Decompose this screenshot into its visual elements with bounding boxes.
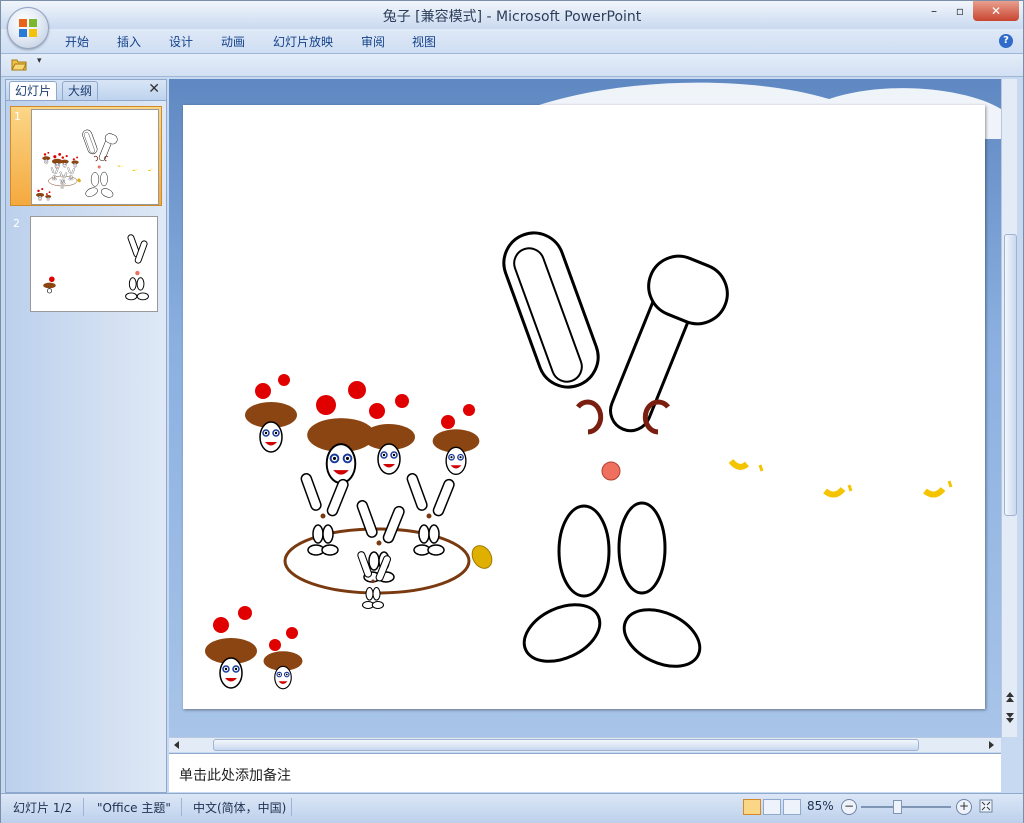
tab-slides[interactable]: 幻灯片 [9, 81, 58, 100]
slide-preview [31, 109, 159, 205]
horizontal-scroll-thumb[interactable] [213, 739, 919, 751]
slide-thumbnail-2[interactable]: 2 [10, 214, 160, 312]
notes-pane[interactable]: 单击此处添加备注 [169, 753, 1001, 792]
slide-canvas [183, 105, 985, 709]
pane-tab-bar: 幻灯片 大纲 ✕ [6, 80, 166, 101]
language-indicator[interactable]: 中文(简体，中国) [193, 799, 286, 816]
zoom-out-icon[interactable]: − [841, 799, 857, 815]
tab-review[interactable]: 审阅 [361, 33, 385, 50]
window-edge [1017, 79, 1023, 791]
prev-next-slide-icon[interactable] [1005, 691, 1015, 731]
ribbon-tabs: 开始 插入 设计 动画 幻灯片放映 审阅 视图 ? [1, 29, 1023, 54]
pane-close-icon[interactable]: ✕ [148, 81, 160, 97]
vertical-scroll-thumb[interactable] [1004, 234, 1017, 516]
help-icon[interactable]: ? [999, 34, 1013, 48]
scroll-left-icon[interactable] [173, 740, 181, 750]
slide-edit-area [169, 79, 1001, 737]
tab-animation[interactable]: 动画 [221, 33, 245, 50]
slideshow-view-icon[interactable] [783, 799, 801, 815]
tab-insert[interactable]: 插入 [117, 33, 141, 50]
fit-to-window-icon[interactable] [979, 799, 993, 813]
office-button[interactable] [7, 7, 49, 49]
theme-name: "Office 主题" [97, 801, 171, 815]
slide-thumbnail-1[interactable]: 1 [10, 106, 162, 206]
current-slide[interactable] [183, 105, 985, 709]
powerpoint-window: 兔子 [兼容模式] - Microsoft PowerPoint – ▫ ✕ 开… [0, 0, 1024, 823]
slide-number: 2 [13, 217, 20, 230]
window-title: 兔子 [兼容模式] - Microsoft PowerPoint [382, 9, 642, 25]
status-bar: 幻灯片 1/2 "Office 主题" 中文(简体，中国) 85% − + [1, 793, 1023, 823]
normal-view-icon[interactable] [743, 799, 761, 815]
horizontal-scrollbar[interactable] [169, 737, 1001, 752]
tab-design[interactable]: 设计 [169, 33, 193, 50]
tab-home[interactable]: 开始 [65, 33, 89, 50]
open-folder-icon[interactable] [11, 58, 27, 71]
slides-pane: 幻灯片 大纲 ✕ 1 2 [5, 79, 167, 793]
slide-counter: 幻灯片 1/2 [13, 801, 73, 815]
tab-outline[interactable]: 大纲 [62, 81, 99, 100]
zoom-in-icon[interactable]: + [956, 799, 972, 815]
notes-placeholder[interactable]: 单击此处添加备注 [179, 765, 291, 785]
customize-toolbar-icon[interactable]: ▾ [37, 56, 42, 66]
zoom-level[interactable]: 85% [807, 799, 834, 813]
slide-sorter-view-icon[interactable] [763, 799, 781, 815]
title-bar: 兔子 [兼容模式] - Microsoft PowerPoint – ▫ ✕ [1, 1, 1023, 29]
quick-access-toolbar: ▾ [1, 54, 1023, 77]
close-button[interactable]: ✕ [973, 1, 1019, 21]
office-logo-icon [19, 19, 37, 37]
slide-preview [30, 216, 158, 312]
tab-view[interactable]: 视图 [412, 33, 436, 50]
scroll-right-icon[interactable] [987, 740, 995, 750]
slide-number: 1 [14, 110, 21, 123]
zoom-slider[interactable] [861, 806, 951, 808]
tab-slideshow[interactable]: 幻灯片放映 [273, 33, 333, 50]
vertical-scrollbar[interactable] [1001, 79, 1018, 737]
zoom-slider-thumb[interactable] [893, 800, 902, 814]
restore-button[interactable]: ▫ [945, 1, 975, 21]
